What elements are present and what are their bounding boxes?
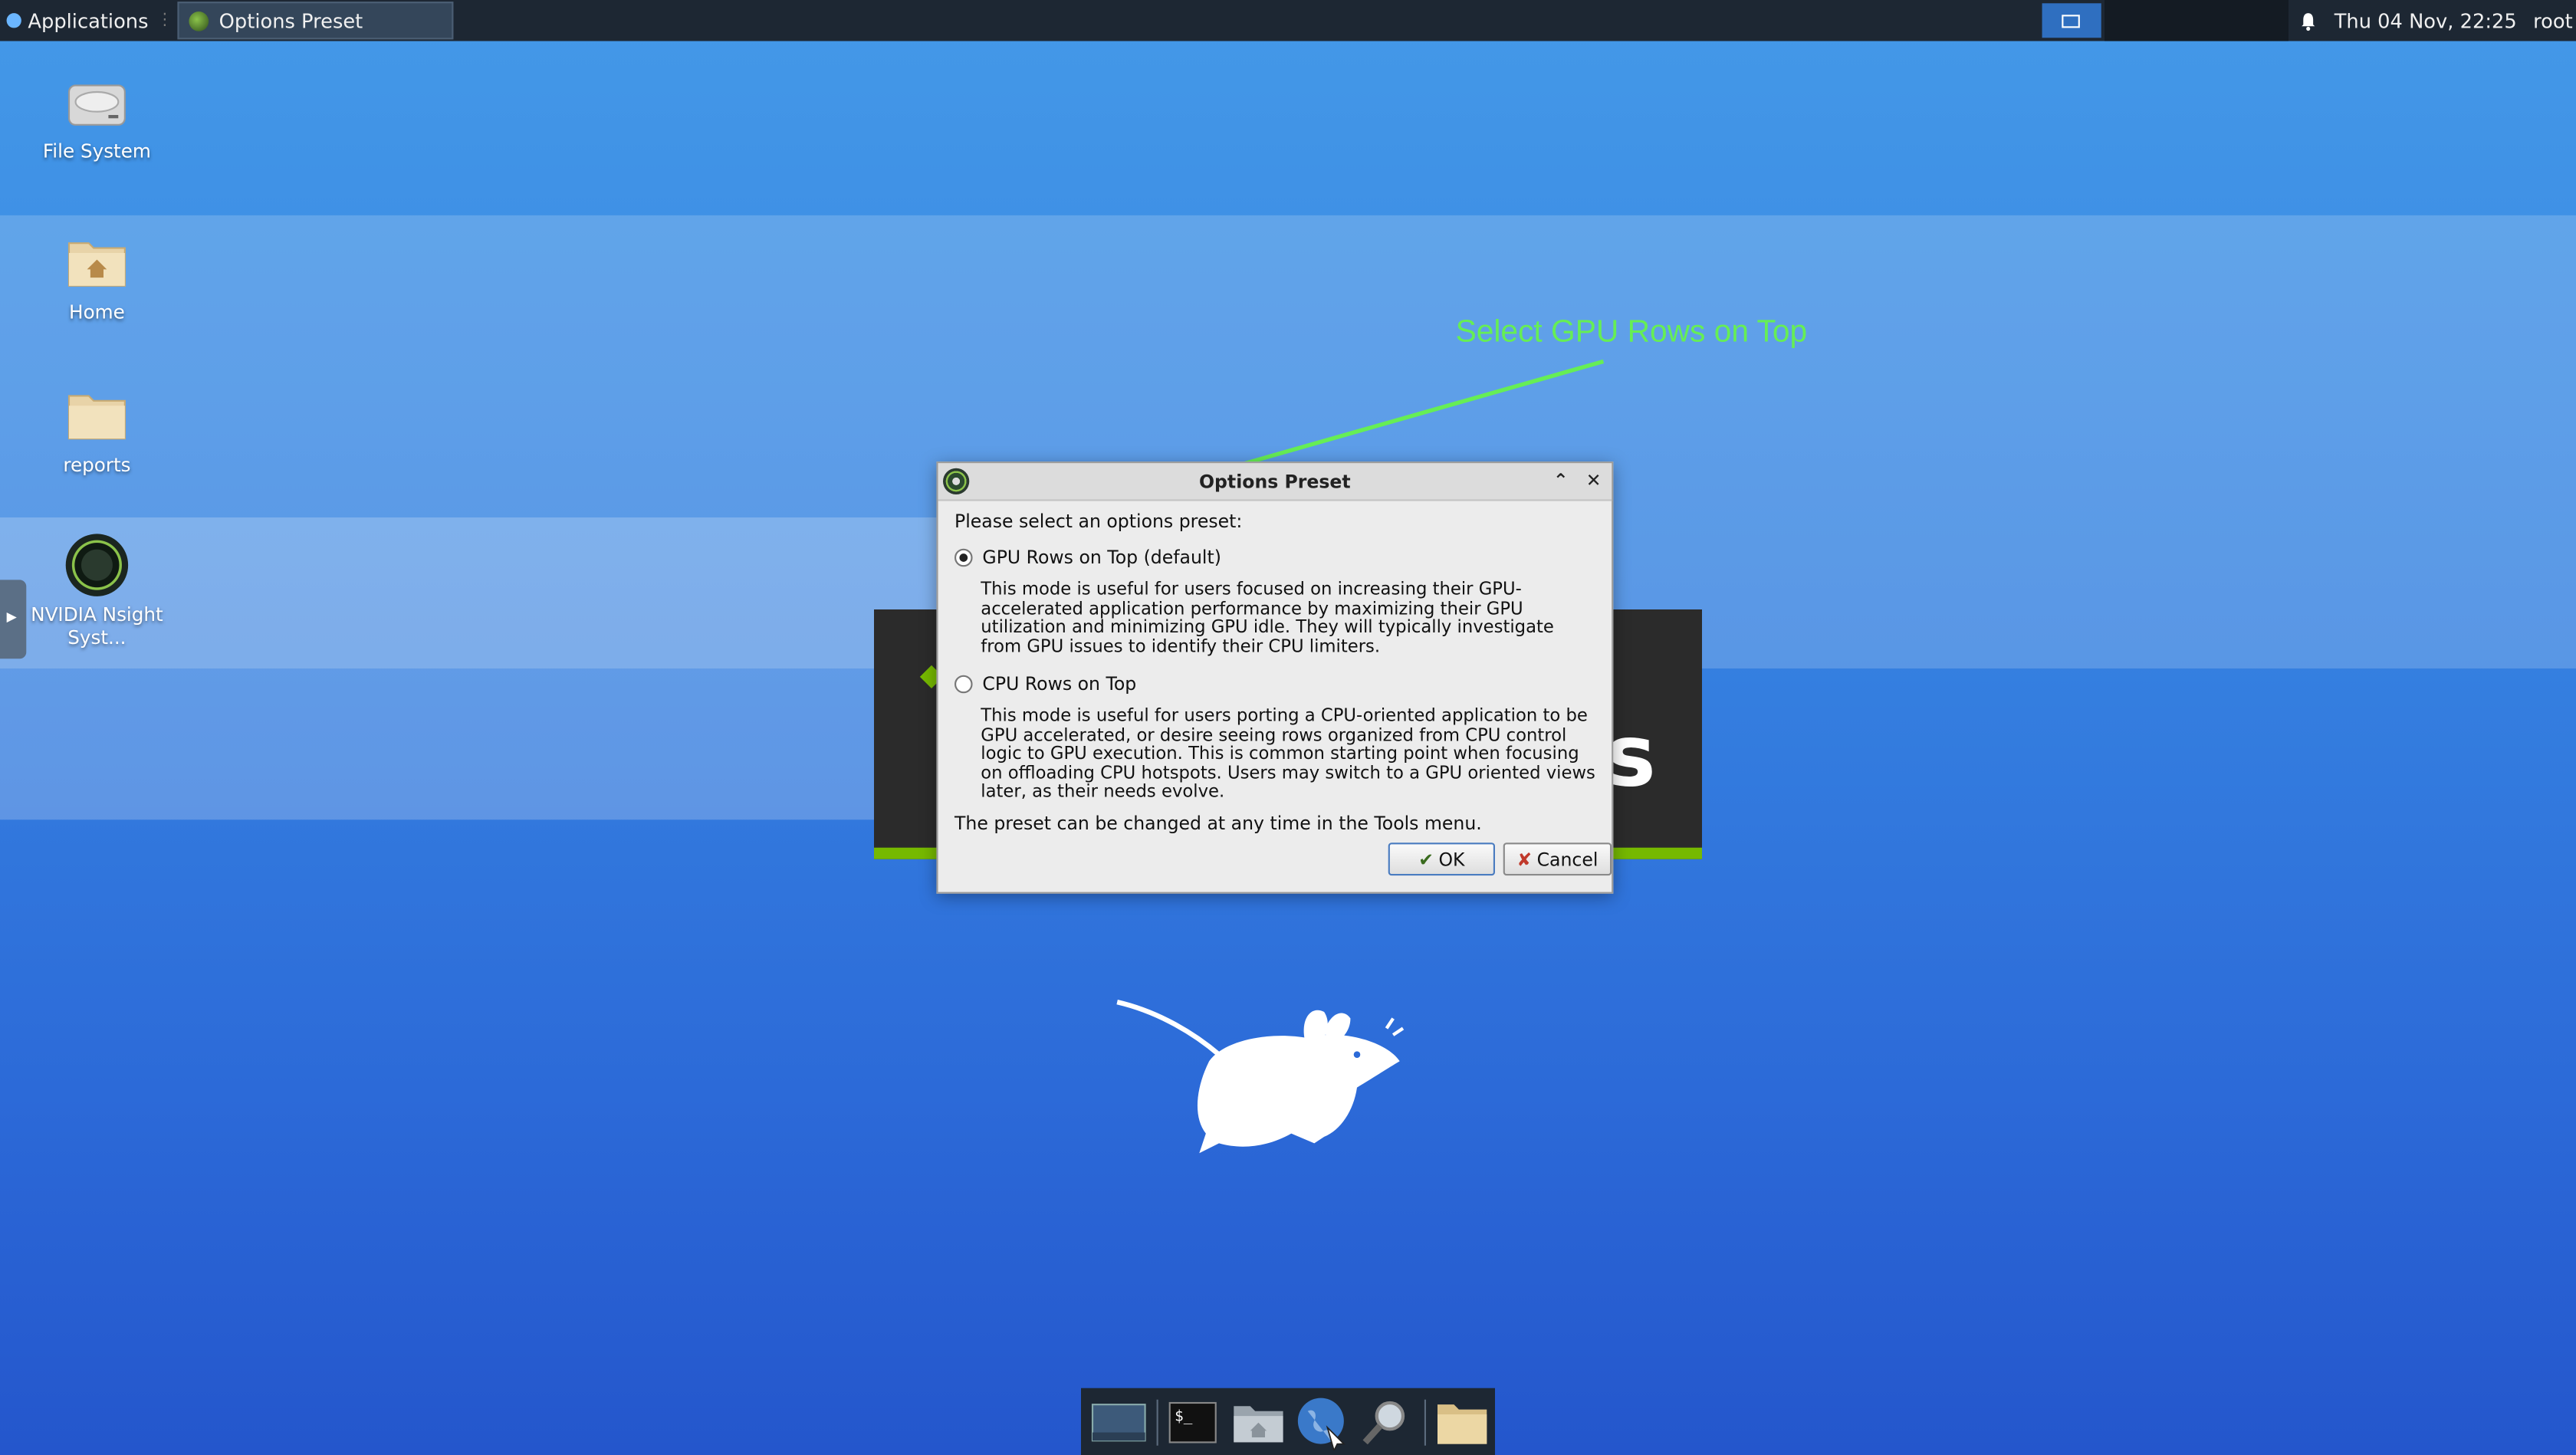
xfce-mouse-mascot-icon [1116, 1000, 1405, 1154]
dock-terminal[interactable]: $_ [1163, 1391, 1224, 1453]
maximize-button[interactable]: ⌃ [1549, 470, 1572, 493]
show-desktop-icon [1090, 1402, 1145, 1441]
folder-icon [1436, 1404, 1487, 1444]
nsight-app-icon [189, 10, 209, 31]
option-description: This mode is useful for users focused on… [981, 580, 1554, 657]
radio-button-selected[interactable] [955, 548, 973, 567]
keyboard-indicator-button[interactable] [2042, 3, 2101, 38]
ok-button[interactable]: ✔ OK [1388, 842, 1495, 876]
desktop-icon-reports[interactable]: reports [15, 386, 179, 477]
top-panel: Applications ⋮ Options Preset Thu 04 Nov… [0, 0, 2576, 41]
dock-files[interactable] [1431, 1391, 1491, 1453]
panel-tray: Thu 04 Nov, 22:25 root [2042, 0, 2576, 41]
svg-text:$_: $_ [1175, 1406, 1194, 1424]
desktop-icon-label: NVIDIA Nsight Syst... [31, 603, 163, 649]
dialog-titlebar[interactable]: Options Preset ⌃ ✕ [938, 463, 1612, 501]
folder-icon [67, 395, 126, 440]
dock-app-finder[interactable] [1355, 1391, 1416, 1453]
close-button[interactable]: ✕ [1582, 470, 1605, 493]
notification-bell-icon[interactable] [2298, 11, 2318, 31]
ok-label: OK [1438, 848, 1465, 870]
cancel-button[interactable]: ✘ Cancel [1503, 842, 1612, 876]
dock-web-browser[interactable] [1291, 1391, 1352, 1453]
web-browser-globe-icon [1296, 1397, 1345, 1450]
hard-drive-icon [67, 84, 126, 126]
dock-separator [1156, 1398, 1158, 1445]
clock[interactable]: Thu 04 Nov, 22:25 [2334, 9, 2517, 32]
terminal-icon: $_ [1169, 1401, 1217, 1443]
radio-label[interactable]: CPU Rows on Top [982, 674, 1136, 695]
taskbar-window-title: Options Preset [219, 8, 363, 32]
xfce-logo-icon [6, 13, 21, 28]
dialog-title: Options Preset [1199, 470, 1351, 492]
desktop-icon-label: Home [69, 301, 125, 324]
applications-label: Applications [28, 8, 149, 32]
radio-label[interactable]: GPU Rows on Top (default) [982, 547, 1221, 569]
desktop-icon-home[interactable]: Home [15, 233, 179, 324]
radio-button[interactable] [955, 675, 973, 694]
annotation-label: Select GPU Rows on Top [1455, 315, 1808, 350]
keyboard-icon [2062, 14, 2081, 28]
cancel-x-icon: ✘ [1516, 848, 1533, 870]
cancel-label: Cancel [1536, 848, 1598, 870]
nsight-app-icon [943, 468, 970, 494]
panel-separator: ⋮ [156, 11, 173, 30]
desktop-screen: Applications ⋮ Options Preset Thu 04 Nov… [0, 0, 2576, 1455]
dock-show-desktop[interactable] [1088, 1391, 1148, 1453]
expand-arrow-icon: ▶ [6, 609, 17, 625]
taskbar-window-button[interactable]: Options Preset [178, 2, 455, 40]
dock-separator [1424, 1398, 1427, 1445]
desktop-icon-label: File System [42, 140, 151, 163]
user-menu[interactable]: root [2533, 9, 2573, 32]
options-preset-dialog: Options Preset ⌃ ✕ Please select an opti… [936, 461, 1614, 894]
tray-area [2104, 0, 2288, 41]
desktop-icon-file-system[interactable]: File System [15, 79, 179, 163]
magnifier-icon [1362, 1400, 1405, 1444]
home-folder-icon [1233, 1405, 1283, 1442]
radio-cpu-rows-on-top[interactable]: CPU Rows on Top [955, 674, 1136, 695]
desktop-icon-label: reports [63, 453, 131, 477]
option-description: This mode is useful for users porting a … [981, 706, 1595, 802]
dock-home-folder[interactable] [1227, 1391, 1288, 1453]
checkmark-icon: ✔ [1418, 848, 1434, 870]
home-folder-icon [67, 242, 126, 287]
dialog-prompt: Please select an options preset: [955, 511, 1243, 533]
footer-note: The preset can be changed at any time in… [955, 813, 1482, 835]
desktop-icon-nsight-systems[interactable]: NVIDIA Nsight Syst... [15, 534, 179, 649]
bottom-dock: $_ [1081, 1388, 1495, 1455]
radio-gpu-rows-on-top[interactable]: GPU Rows on Top (default) [955, 547, 1221, 569]
side-panel-handle[interactable]: ▶ [0, 580, 27, 659]
nsight-systems-icon [65, 534, 129, 596]
applications-menu-button[interactable]: Applications [0, 0, 155, 41]
